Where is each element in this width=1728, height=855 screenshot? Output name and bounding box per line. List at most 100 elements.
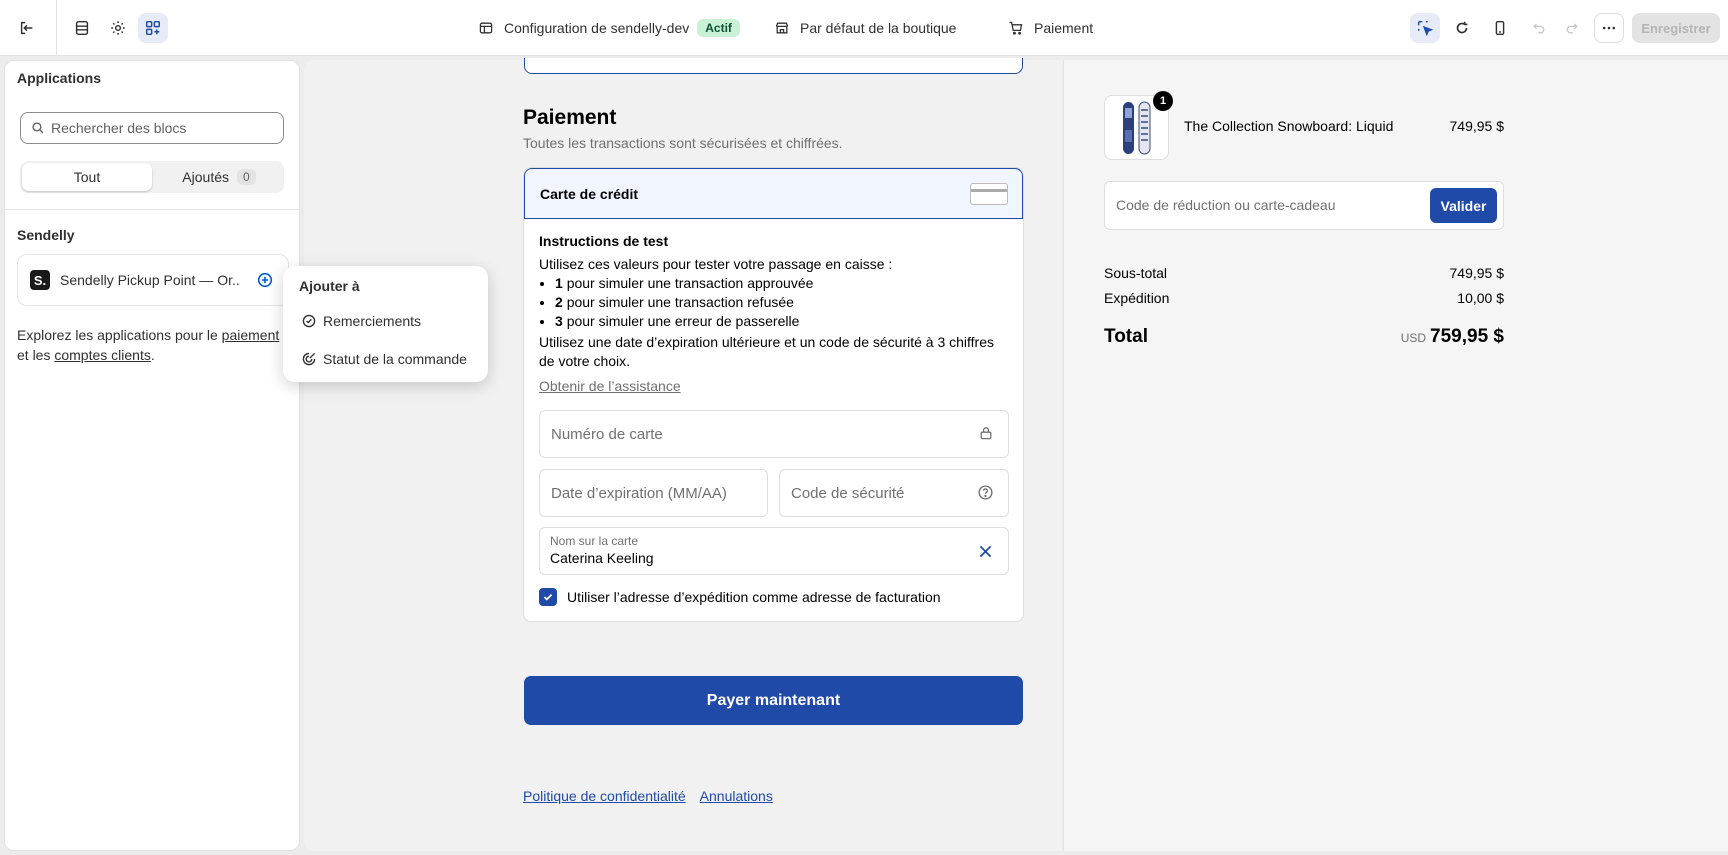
clear-icon[interactable] (977, 543, 994, 560)
apps-sidebar: Applications Rechercher des blocs Tout A… (4, 60, 300, 851)
card-name-label: Nom sur la carte (550, 534, 639, 548)
check-circle-icon (302, 314, 316, 328)
sidebar-title: Applications (17, 70, 102, 86)
test-instructions: Instructions de test Utilisez ces valeur… (539, 232, 1009, 396)
app-block-item[interactable]: S. Sendelly Pickup Point — Or... (17, 254, 289, 306)
quantity-badge: 1 (1153, 91, 1173, 111)
app-block-name: Sendelly Pickup Point — Or... (60, 272, 240, 288)
test-num: 2 (555, 294, 563, 310)
editor-topbar: Configuration de sendelly-dev Actif Par … (0, 0, 1728, 56)
redo-icon (1566, 23, 1578, 34)
credit-card-option[interactable]: Carte de crédit (524, 168, 1023, 219)
mobile-icon (1495, 20, 1505, 36)
mobile-preview-button[interactable] (1485, 13, 1515, 43)
tab-added-count: 0 (237, 169, 256, 185)
store-selector[interactable]: Configuration de sendelly-dev Actif (478, 16, 740, 40)
help-link[interactable]: Obtenir de l’assistance (539, 377, 1009, 396)
tab-all[interactable]: Tout (22, 163, 152, 191)
tab-added-label: Ajoutés (182, 169, 229, 185)
undo-icon (1533, 23, 1545, 34)
select-cursor-icon (1417, 20, 1434, 37)
preview-canvas-summary (1063, 60, 1728, 851)
refresh-button[interactable] (1447, 13, 1477, 43)
subtotal-label: Sous-total (1104, 265, 1168, 281)
help-circle-icon[interactable] (977, 484, 994, 501)
card-name-field[interactable]: Nom sur la carte Caterina Keeling (539, 527, 1009, 575)
page-label: Paiement (1034, 20, 1094, 36)
explore-middle: et les (17, 347, 51, 363)
total-currency: USD (1400, 331, 1427, 345)
popover-title: Ajouter à (299, 278, 360, 294)
popover-item-label: Statut de la commande (323, 351, 467, 367)
search-placeholder: Rechercher des blocs (51, 120, 187, 136)
payment-heading: Paiement (523, 106, 617, 129)
popover-item-label: Remerciements (323, 313, 422, 329)
topbar-divider (56, 0, 57, 56)
more-actions-button[interactable] (1594, 13, 1624, 43)
test-intro: Utilisez ces valeurs pour tester votre p… (539, 256, 893, 272)
cancellations-link[interactable]: Annulations (700, 788, 773, 804)
billing-checkbox-label: Utiliser l’adresse d’expédition comme ad… (567, 589, 941, 605)
product-price: 749,95 $ (1449, 118, 1505, 134)
discount-placeholder: Code de réduction ou carte-cadeau (1116, 197, 1336, 213)
popover-item-thank-you[interactable]: Remerciements (301, 311, 421, 331)
expiry-field[interactable]: Date d’expiration (MM/AA) (539, 469, 768, 517)
checkmark-icon (539, 588, 557, 606)
payment-method-card: Carte de crédit Instructions de test Uti… (523, 167, 1024, 622)
cart-icon (1009, 21, 1023, 35)
add-circle-icon[interactable] (256, 271, 274, 289)
snowboard-image (1122, 101, 1150, 154)
security-code-field[interactable]: Code de sécurité (779, 469, 1009, 517)
apply-discount-button[interactable]: Valider (1430, 188, 1497, 223)
card-number-placeholder: Numéro de carte (551, 425, 663, 443)
explore-link-accounts[interactable]: comptes clients (54, 347, 150, 363)
list-item: 2 pour simuler une transaction refusée (555, 293, 1009, 312)
explore-link-checkout[interactable]: paiement (222, 327, 280, 343)
exit-button[interactable] (12, 13, 42, 43)
sections-icon (75, 20, 89, 36)
card-number-field[interactable]: Numéro de carte (539, 410, 1009, 458)
store-config-icon (479, 22, 493, 34)
app-logo: S. (30, 270, 50, 290)
previous-section-box (524, 58, 1023, 74)
order-status-icon (302, 352, 316, 366)
sections-button[interactable] (67, 13, 97, 43)
test-note: Utilisez une date d’expiration ultérieur… (539, 334, 995, 369)
explore-suffix: . (150, 347, 155, 363)
test-title: Instructions de test (539, 233, 669, 249)
product-name: The Collection Snowboard: Liquid (1184, 118, 1394, 134)
pay-now-button[interactable]: Payer maintenant (524, 676, 1023, 725)
subtotal-value: 749,95 $ (1449, 265, 1505, 281)
refresh-icon (1456, 21, 1468, 34)
undo-button[interactable] (1524, 13, 1554, 43)
search-input[interactable]: Rechercher des blocs (20, 112, 284, 144)
payment-subtitle: Toutes les transactions sont sécurisées … (523, 135, 843, 151)
inspector-button[interactable] (1410, 13, 1440, 43)
popover-item-order-status[interactable]: Statut de la commande (301, 349, 467, 369)
list-item: 1 pour simuler une transaction approuvée (555, 274, 1009, 293)
footer-links: Politique de confidentialité Annulations (523, 788, 787, 804)
apps-button[interactable] (138, 13, 168, 43)
page-selector[interactable]: Paiement (1008, 16, 1093, 40)
gear-icon (111, 21, 125, 35)
status-badge: Actif (697, 19, 740, 37)
settings-button[interactable] (103, 13, 133, 43)
more-horizontal-icon (1602, 26, 1616, 30)
list-item: 3 pour simuler une erreur de passerelle (555, 312, 1009, 331)
credit-card-label: Carte de crédit (540, 185, 639, 202)
save-button[interactable]: Enregistrer (1632, 13, 1720, 43)
redo-button[interactable] (1557, 13, 1587, 43)
card-name-value: Caterina Keeling (550, 550, 654, 566)
shipping-label: Expédition (1104, 290, 1170, 306)
test-num: 1 (555, 275, 563, 291)
tab-added[interactable]: Ajoutés 0 (156, 163, 282, 191)
search-icon (32, 122, 44, 134)
privacy-policy-link[interactable]: Politique de confidentialité (523, 788, 686, 804)
exit-icon (20, 21, 33, 35)
test-list: 1 pour simuler une transaction approuvée… (539, 274, 1009, 331)
test-text: pour simuler une transaction approuvée (566, 275, 814, 291)
billing-address-checkbox[interactable]: Utiliser l’adresse d’expédition comme ad… (539, 588, 941, 606)
profile-selector[interactable]: Par défaut de la boutique (774, 16, 956, 40)
discount-field[interactable]: Code de réduction ou carte-cadeau Valide… (1104, 181, 1504, 230)
subtotal-row: Sous-total 749,95 $ (1104, 265, 1504, 281)
